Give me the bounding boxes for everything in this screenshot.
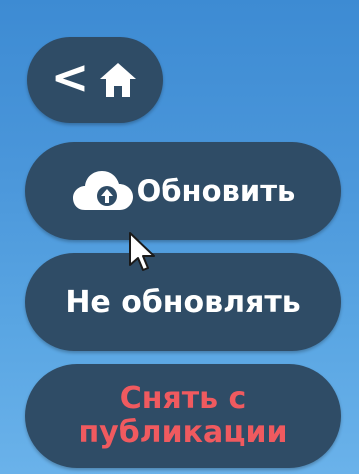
skip-update-button-label: Не обновлять bbox=[65, 284, 301, 320]
update-button-label: Обновить bbox=[136, 174, 296, 208]
unpublish-button-label-line1: Снять с bbox=[119, 380, 247, 416]
cloud-upload-icon bbox=[72, 171, 133, 210]
unpublish-button-label-line2: публикации bbox=[78, 415, 288, 450]
skip-update-button[interactable]: Не обновлять bbox=[25, 253, 341, 351]
back-home-button[interactable]: < bbox=[27, 37, 163, 123]
unpublish-button[interactable]: Снять с публикации bbox=[25, 364, 341, 468]
home-icon bbox=[100, 63, 137, 97]
update-button[interactable]: Обновить bbox=[25, 142, 341, 240]
chevron-left-icon: < bbox=[50, 50, 90, 104]
